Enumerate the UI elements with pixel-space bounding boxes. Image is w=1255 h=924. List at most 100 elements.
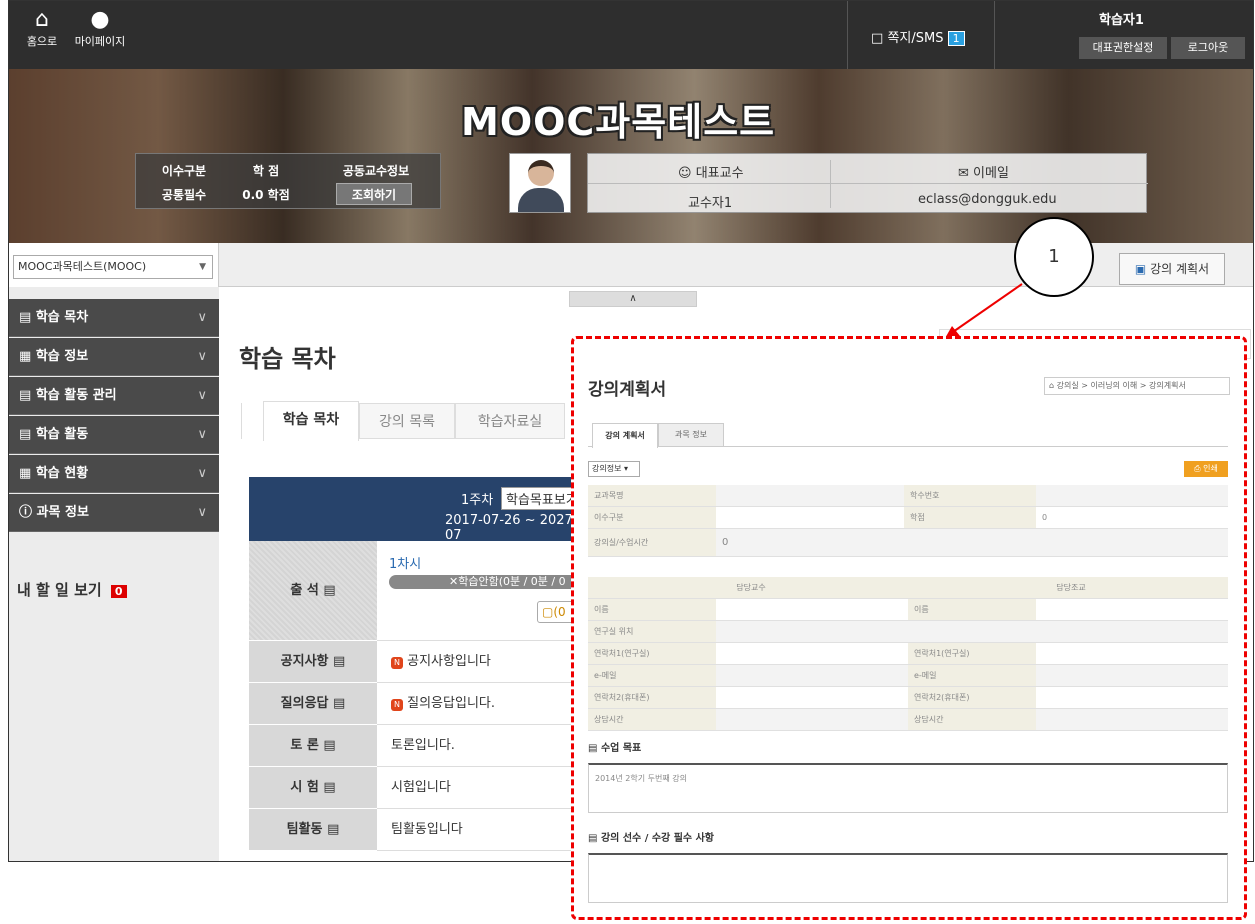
sidebar-item-info[interactable]: ▦ 학습 정보 ∨ bbox=[9, 338, 219, 376]
row-value-team[interactable]: 팀활동입니다 bbox=[377, 809, 587, 851]
sidebar-item-status[interactable]: ▦ 학습 현황 ∨ bbox=[9, 455, 219, 493]
sidebar-item-label: 학습 활동 관리 bbox=[35, 388, 117, 403]
week-dates: 2017-07-26 ~ 2027-07 bbox=[445, 513, 578, 543]
breadcrumb-item[interactable]: 강의계획서 bbox=[1149, 381, 1186, 390]
prereq-section-title: ▤ 강의 선수 / 수강 필수 사항 bbox=[588, 829, 714, 844]
prereq-title: 강의 선수 / 수강 필수 사항 bbox=[600, 833, 714, 844]
table-cell bbox=[716, 709, 908, 731]
row-value-exam[interactable]: 시험입니다 bbox=[377, 767, 587, 809]
tab-toc[interactable]: 학습 목차 bbox=[263, 401, 359, 441]
sidebar-item-label: 학습 목차 bbox=[35, 310, 89, 325]
doc-icon: ▤ bbox=[588, 833, 598, 844]
course-select-value: MOOC과목테스트(MOOC) bbox=[18, 260, 147, 273]
table-cell bbox=[1036, 665, 1228, 687]
message-icon: □ bbox=[871, 31, 884, 46]
row-value-discussion[interactable]: 토론입니다. bbox=[377, 725, 587, 767]
tab-course-info[interactable]: 과목 정보 bbox=[658, 423, 724, 447]
table-cell: 연구실 위치 bbox=[588, 621, 716, 643]
course-select[interactable]: MOOC과목테스트(MOOC) ▼ bbox=[13, 255, 213, 279]
chat-icon: ▢ bbox=[542, 605, 554, 619]
chart-icon: ▦ bbox=[19, 466, 32, 481]
divider bbox=[847, 1, 848, 69]
print-button[interactable]: ⎙ 인쇄 bbox=[1184, 461, 1228, 477]
home-button[interactable]: ⌂ 홈으로 bbox=[9, 7, 75, 49]
session-link[interactable]: 1차시 bbox=[389, 553, 421, 572]
collapse-toggle[interactable]: ∧ bbox=[569, 291, 697, 307]
breadcrumb-item[interactable]: 이러닝의 이해 bbox=[1091, 381, 1138, 390]
doc-icon: ▤ bbox=[333, 654, 346, 669]
table-cell: 0 bbox=[1036, 507, 1228, 529]
info-header: 공동교수정보 bbox=[342, 164, 410, 178]
table-cell bbox=[716, 485, 904, 507]
course-info-box: 이수구분 학 점 공동교수정보 공통필수 0.0 학점 조회하기 bbox=[135, 153, 441, 209]
avatar-body bbox=[518, 188, 564, 212]
mypage-button[interactable]: ● 마이페이지 bbox=[67, 7, 133, 49]
table-cell: 이름 bbox=[908, 599, 1036, 621]
email-header: ✉ 이메일 bbox=[958, 162, 1009, 181]
row-label-discussion: 토 론 ▤ bbox=[249, 725, 377, 767]
row-label-qna: 질의응답 ▤ bbox=[249, 683, 377, 725]
row-label-attendance: 출 석 ▤ bbox=[249, 541, 377, 641]
user-name: 학습자1 bbox=[1099, 13, 1144, 28]
row-label: 토 론 bbox=[290, 738, 319, 753]
table-cell bbox=[1036, 709, 1228, 731]
row-label: 팀활동 bbox=[286, 822, 323, 837]
sidebar-item-activity[interactable]: ▤ 학습 활동 ∨ bbox=[9, 416, 219, 454]
dropdown-arrow-icon: ▼ bbox=[199, 262, 206, 272]
table-cell: 이름 bbox=[588, 599, 716, 621]
table-cell bbox=[1036, 599, 1228, 621]
row-value-qna[interactable]: N 질의응답입니다. bbox=[377, 683, 587, 725]
row-label: 공지사항 bbox=[280, 654, 329, 669]
table-cell: 0 bbox=[716, 529, 1228, 557]
breadcrumb-item[interactable]: 강의실 bbox=[1057, 381, 1079, 390]
info-header: 이수구분 bbox=[161, 164, 207, 178]
week-header: 1주차 학습목표보기 2017-07-26 ~ 2027-07 bbox=[377, 477, 587, 543]
tab-syllabus[interactable]: 강의 계획서 bbox=[592, 423, 658, 448]
row-value-attendance: 1차시 ✕학습안함(0분 / 0분 / 0 ▢(0 bbox=[377, 541, 587, 641]
syllabus-button[interactable]: ▣ 강의 계획서 bbox=[1119, 253, 1225, 285]
row-value: 시험입니다 bbox=[391, 780, 451, 795]
syllabus-select[interactable]: 강의정보 ▾ bbox=[588, 461, 640, 477]
prof-header: ☺ 대표교수 bbox=[678, 162, 744, 181]
print-button-label: 인쇄 bbox=[1203, 464, 1218, 473]
person-icon: ☺ bbox=[678, 166, 692, 181]
rep-auth-button[interactable]: 대표권한설정 bbox=[1079, 37, 1167, 59]
todo-link[interactable]: 내 할 일 보기 0 bbox=[17, 579, 127, 600]
doc-search-icon: ▤ bbox=[19, 427, 32, 442]
chevron-down-icon: ∨ bbox=[197, 505, 207, 520]
chevron-down-icon: ∨ bbox=[197, 310, 207, 325]
logout-button[interactable]: 로그아웃 bbox=[1171, 37, 1245, 59]
sidebar-item-label: 학습 정보 bbox=[35, 349, 89, 364]
table-cell bbox=[716, 665, 908, 687]
new-icon: N bbox=[391, 657, 403, 669]
sidebar-item-activity-mgmt[interactable]: ▤ 학습 활동 관리 ∨ bbox=[9, 377, 219, 415]
row-label: 시 험 bbox=[290, 780, 319, 795]
chevron-down-icon: ∨ bbox=[197, 427, 207, 442]
tab-lecture-list[interactable]: 강의 목록 bbox=[359, 403, 455, 439]
syllabus-callout: 강의계획서 ⌂ 강의실 > 이러닝의 이해 > 강의계획서 강의 계획서 과목 … bbox=[571, 336, 1247, 920]
table-cell: 학수번호 bbox=[904, 485, 1036, 507]
co-professor-lookup-button[interactable]: 조회하기 bbox=[336, 183, 412, 205]
goal-title: 수업 목표 bbox=[600, 743, 642, 754]
table-cell: e-메일 bbox=[588, 665, 716, 687]
chevron-down-icon: ∨ bbox=[197, 466, 207, 481]
prof-email[interactable]: eclass@dongguk.edu bbox=[918, 192, 1057, 207]
table-cell: 연락처2(휴대폰) bbox=[588, 687, 716, 709]
sidebar-item-label: 과목 정보 bbox=[36, 505, 89, 520]
page-title: 학습 목차 bbox=[239, 345, 336, 373]
table-cell bbox=[716, 507, 904, 529]
row-value-notice[interactable]: N 공지사항입니다 bbox=[377, 641, 587, 683]
book-icon: ▦ bbox=[19, 349, 32, 364]
message-button[interactable]: □ 쪽지/SMS 1 bbox=[871, 27, 965, 46]
table-header: 담당교수 bbox=[588, 577, 908, 599]
user-icon: ● bbox=[90, 7, 110, 32]
professor-avatar bbox=[509, 153, 571, 213]
tab-materials[interactable]: 학습자료실 bbox=[455, 403, 565, 439]
table-cell bbox=[716, 621, 1228, 643]
doc-icon: ▤ bbox=[19, 310, 32, 325]
row-label-notice: 공지사항 ▤ bbox=[249, 641, 377, 683]
sidebar-item-course-info[interactable]: ⓘ 과목 정보 ∨ bbox=[9, 494, 219, 532]
table-cell: e-메일 bbox=[908, 665, 1036, 687]
sidebar-item-toc[interactable]: ▤ 학습 목차 ∨ bbox=[9, 299, 219, 337]
doc-search-icon: ▤ bbox=[19, 388, 32, 403]
